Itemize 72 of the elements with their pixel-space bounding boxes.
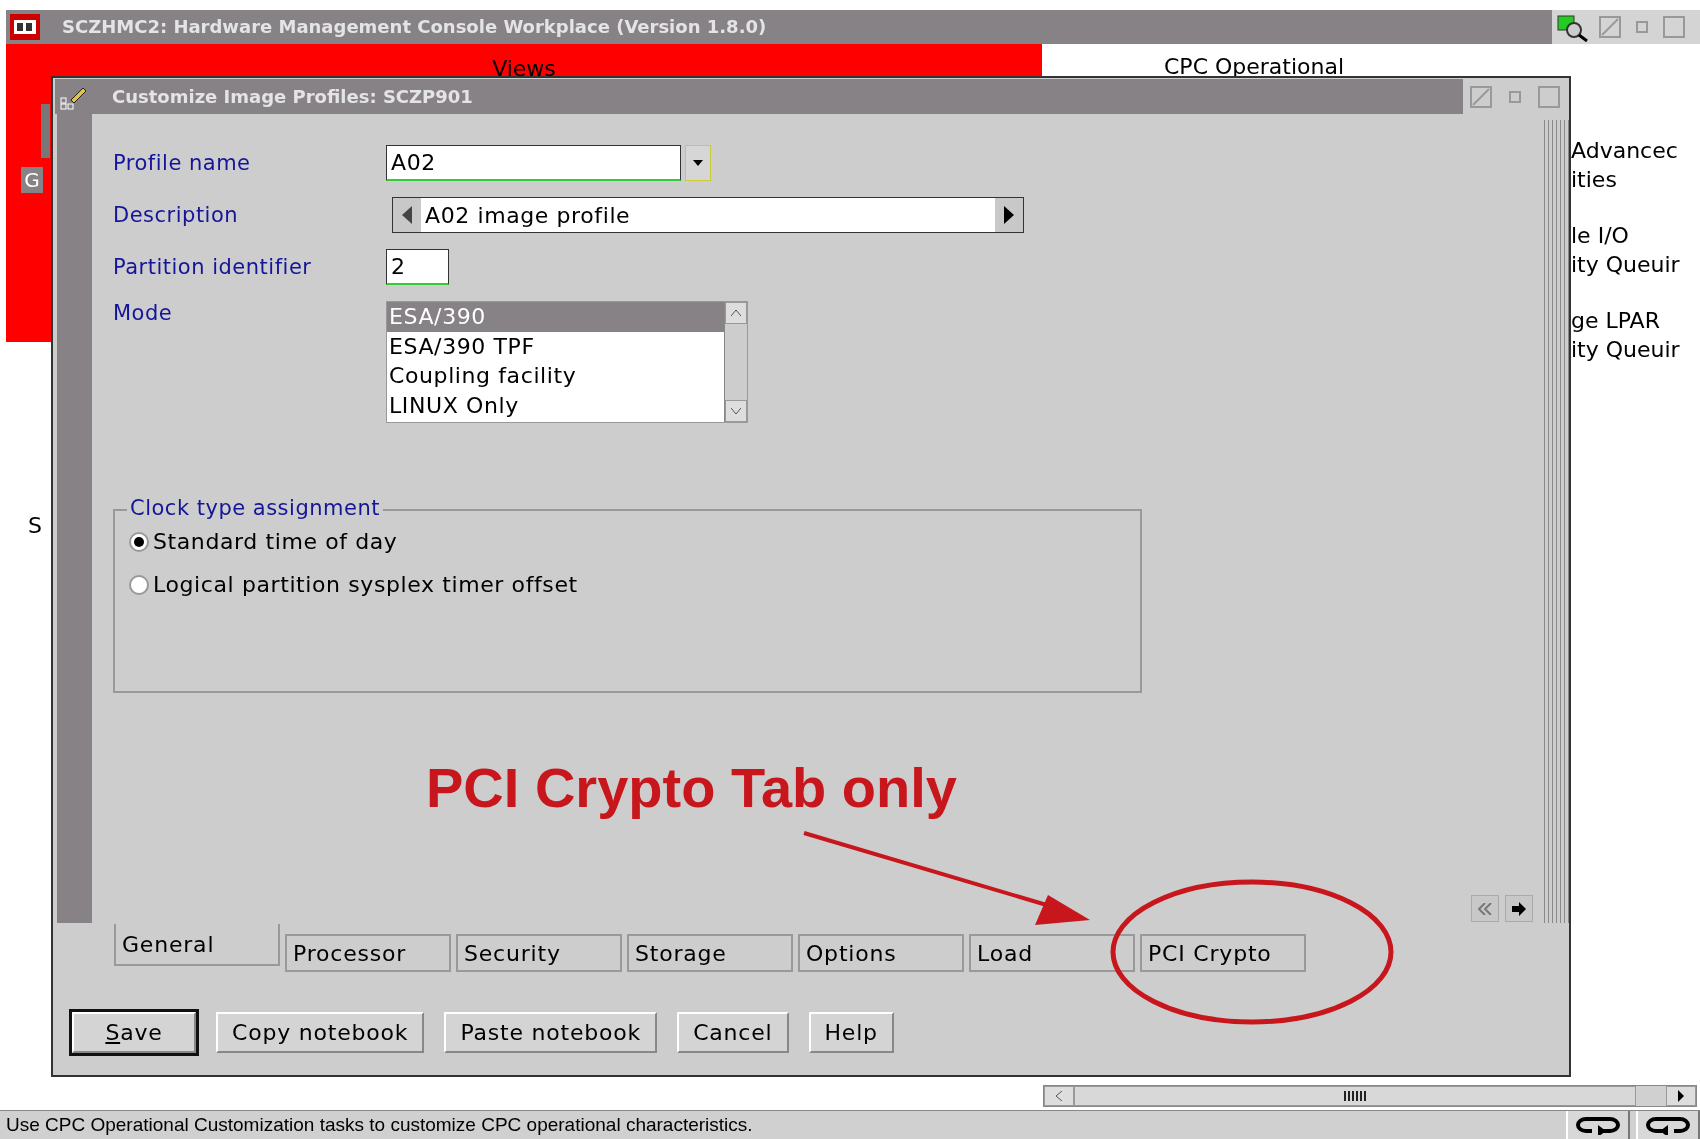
scroll-right-button[interactable] — [1666, 1086, 1696, 1106]
notebook-tab[interactable]: Processor — [285, 934, 451, 972]
radio-label[interactable]: Standard time of day — [153, 529, 398, 554]
right-triangle-icon — [1677, 1090, 1685, 1102]
double-chevron-icon — [1477, 902, 1493, 915]
notebook-tab[interactable]: Storage — [627, 934, 793, 972]
scroll-down-button[interactable] — [725, 400, 747, 422]
window-title: SCZHMC2: Hardware Management Console Workplace (Version 1.8.0) — [62, 16, 768, 38]
dialog-button[interactable]: Cancel — [677, 1012, 789, 1053]
panel-bar — [41, 104, 50, 158]
caret-icon — [693, 160, 703, 166]
dropdown-button[interactable] — [685, 145, 711, 181]
radio-label[interactable]: Logical partition sysplex timer offset — [153, 572, 578, 597]
dialog-button[interactable]: Save — [72, 1012, 196, 1053]
group-button[interactable]: G — [21, 167, 43, 193]
right-arrow-icon — [1511, 901, 1527, 916]
text-field[interactable]: 2 — [386, 249, 449, 285]
radio-button[interactable] — [129, 531, 149, 552]
spin-field[interactable]: A02 image profile — [392, 197, 1024, 233]
panel-title: Views — [491, 55, 557, 81]
notebook-tab[interactable]: Security — [456, 934, 622, 972]
next-page-button[interactable] — [1505, 895, 1533, 922]
task-label: ity Queuir — [1571, 251, 1681, 279]
dialog-button[interactable]: Help — [808, 1012, 894, 1053]
group-title: Clock type assignment — [127, 496, 383, 520]
annotation-text: PCI Crypto Tab only — [426, 755, 957, 820]
radio-button[interactable] — [129, 574, 149, 595]
previous-page-button[interactable] — [1471, 895, 1499, 922]
maximize-icon — [1538, 85, 1560, 108]
task-label: ity Queuir — [1571, 336, 1681, 364]
scroll-thumb[interactable] — [1074, 1086, 1636, 1106]
minimize-icon — [1636, 21, 1648, 33]
slashed-square-icon — [1470, 85, 1492, 108]
maximize-button[interactable] — [1662, 15, 1686, 39]
restore-button[interactable] — [1469, 84, 1493, 109]
maximize-icon — [1663, 16, 1685, 38]
notebook-tab[interactable]: Options — [798, 934, 964, 972]
field-label: Partition identifier — [113, 255, 313, 279]
slashed-square-icon — [1599, 16, 1621, 38]
task-label: ities — [1571, 166, 1618, 194]
maximize-button[interactable] — [1537, 84, 1561, 109]
left-caret-icon — [1055, 1091, 1063, 1101]
list-option[interactable]: LINUX Only — [387, 390, 724, 420]
panel-text: S — [28, 513, 42, 538]
task-label: le I/O — [1571, 222, 1630, 250]
scroll-up-button[interactable] — [725, 302, 747, 324]
field-label: Profile name — [113, 151, 252, 175]
panel-title: CPC Operational — [1164, 54, 1346, 79]
dialog-title: Customize Image Profiles: SCZP901 — [112, 86, 474, 107]
magnifier-icon[interactable] — [1556, 12, 1590, 42]
list-option[interactable]: ESA/390 TPF — [387, 331, 724, 361]
task-label: ge LPAR — [1571, 307, 1661, 335]
scroll-left-button[interactable] — [1044, 1086, 1074, 1106]
field-label: Mode — [113, 301, 174, 325]
console-icon — [10, 14, 40, 40]
notebook-tab[interactable]: Load — [969, 934, 1135, 972]
horizontal-scrollbar[interactable] — [1043, 1085, 1697, 1107]
list-box[interactable]: ESA/390 ESA/390 TPF Coupling facility LINUX Only — [386, 301, 748, 423]
field-label: Description — [113, 203, 240, 227]
text-field[interactable]: A02 — [386, 145, 681, 181]
list-option[interactable]: Coupling facility — [387, 361, 724, 391]
list-option[interactable]: ESA/390 — [387, 302, 724, 332]
dialog-button[interactable]: Copy notebook — [216, 1012, 425, 1053]
caret-icon — [731, 310, 741, 316]
minimize-icon — [1509, 90, 1521, 103]
restore-button[interactable] — [1598, 15, 1622, 39]
status-text: Use CPC Operational Customization tasks to customize CPC operational characteristics. — [5, 1114, 754, 1136]
task-label: Advancec — [1571, 137, 1679, 165]
dialog-button[interactable]: Paste notebook — [444, 1012, 658, 1053]
caret-icon — [731, 408, 741, 414]
notebook-tab[interactable]: PCI Crypto — [1140, 934, 1306, 972]
notebook-tab[interactable]: General — [114, 924, 280, 966]
